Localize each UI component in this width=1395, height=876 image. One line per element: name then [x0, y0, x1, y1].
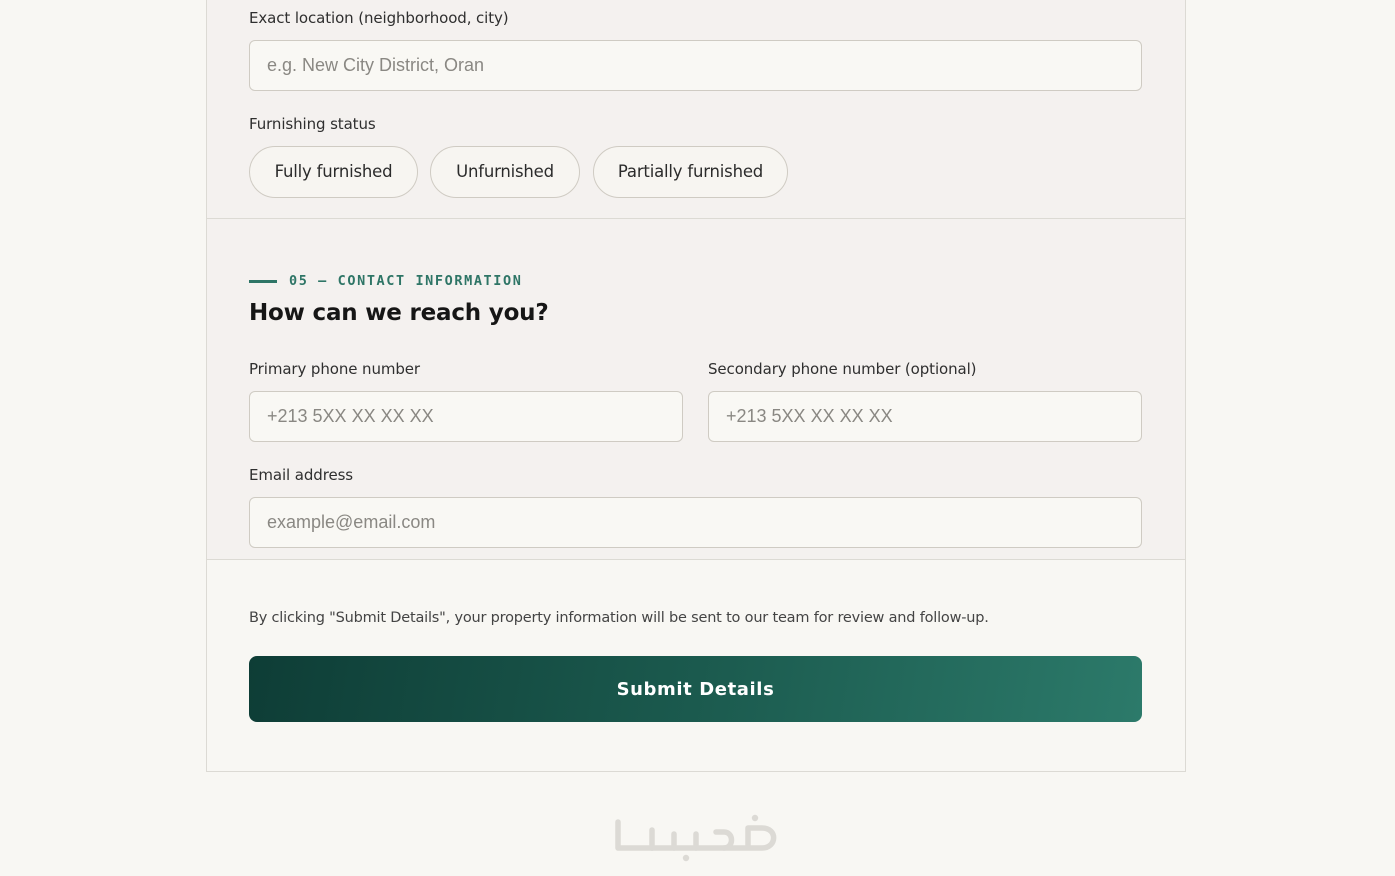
- secondary-phone-input[interactable]: [708, 391, 1142, 442]
- furnishing-label: Furnishing status: [249, 115, 376, 133]
- eyebrow-text: 05 — CONTACT INFORMATION: [289, 273, 523, 289]
- furnishing-option-unfurnished[interactable]: Unfurnished: [430, 146, 580, 198]
- property-details-section: Exact location (neighborhood, city) Furn…: [207, 0, 1185, 219]
- logo-stroke: [615, 819, 655, 851]
- secondary-phone-label: Secondary phone number (optional): [708, 360, 977, 378]
- submit-details-button[interactable]: Submit Details: [249, 656, 1142, 722]
- location-input[interactable]: [249, 40, 1142, 91]
- furnishing-option-partially-furnished[interactable]: Partially furnished: [593, 146, 788, 198]
- email-input[interactable]: [249, 497, 1142, 548]
- logo-dot: [751, 814, 759, 822]
- section-title: How can we reach you?: [249, 300, 549, 326]
- form-card: Exact location (neighborhood, city) Furn…: [206, 0, 1186, 772]
- logo-dot: [682, 854, 690, 862]
- email-label: Email address: [249, 466, 354, 484]
- furnishing-option-fully-furnished[interactable]: Fully furnished: [249, 146, 418, 198]
- logo-stroke: [671, 831, 699, 851]
- khamsat-logo: [615, 814, 777, 862]
- eyebrow-line: [249, 279, 277, 283]
- logo-stroke: [649, 831, 677, 851]
- location-label: Exact location (neighborhood, city): [249, 9, 509, 27]
- section-eyebrow: 05 — CONTACT INFORMATION: [249, 273, 522, 289]
- submit-disclaimer: By clicking "Submit Details", your prope…: [249, 610, 989, 626]
- primary-phone-label: Primary phone number: [249, 360, 420, 378]
- primary-phone-input[interactable]: [249, 391, 683, 442]
